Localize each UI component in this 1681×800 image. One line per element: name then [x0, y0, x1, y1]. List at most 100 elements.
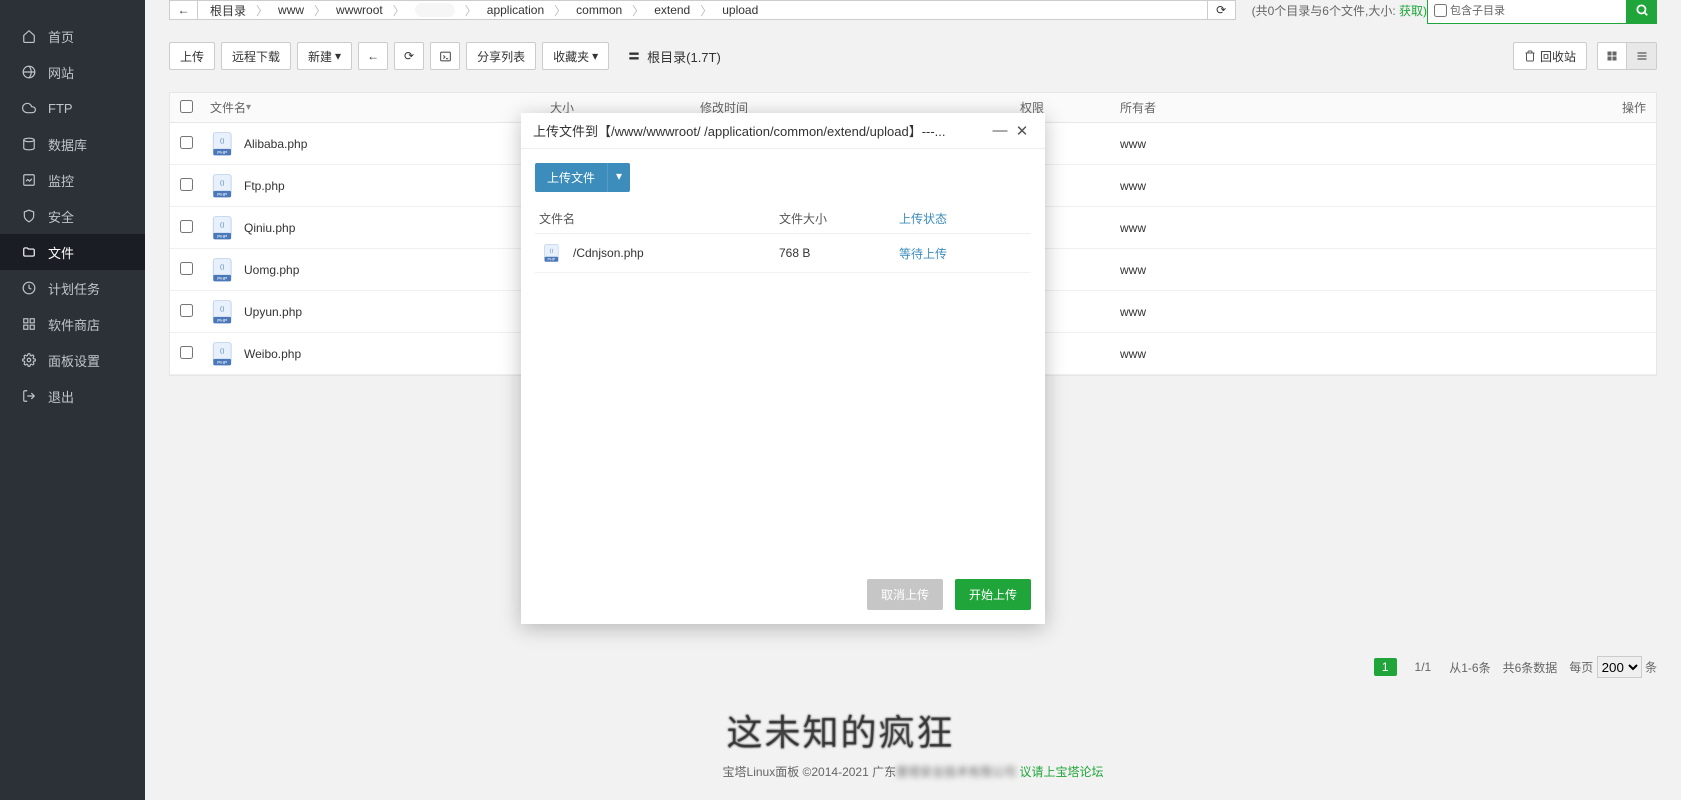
sidebar-label: 安全: [48, 207, 74, 226]
cloud-icon: [22, 101, 36, 115]
trash-icon: [1524, 50, 1536, 62]
row-checkbox[interactable]: [180, 262, 193, 275]
sidebar-item-file[interactable]: 文件: [0, 234, 145, 270]
terminal-button[interactable]: [430, 42, 460, 70]
per-page-wrap: 每页 200 条: [1569, 656, 1657, 678]
search-button[interactable]: [1627, 0, 1657, 24]
sidebar-item-monitor[interactable]: 监控: [0, 162, 145, 198]
disk-info[interactable]: 根目录(1.7T): [627, 47, 721, 66]
upload-button[interactable]: 上传: [169, 42, 215, 70]
col-owner-header: 所有者: [1120, 99, 1320, 116]
sidebar-label: 文件: [48, 243, 74, 262]
row-checkbox[interactable]: [180, 136, 193, 149]
sidebar-label: 首页: [48, 27, 74, 46]
view-grid-button[interactable]: [1597, 42, 1627, 70]
include-subdir-checkbox[interactable]: 包含子目录: [1434, 2, 1505, 18]
col-action-header: 操作: [1320, 99, 1646, 116]
backward-button[interactable]: ←: [358, 42, 388, 70]
select-all-checkbox[interactable]: [180, 100, 193, 113]
upload-row: ⟨⟩PHP/Cdnjson.php 768 B 等待上传: [535, 234, 1031, 273]
modal-body: 上传文件 ▾ 文件名 文件大小 上传状态 ⟨⟩PHP/Cdnjson.php 7…: [521, 149, 1045, 569]
caret-down-icon: ▾: [592, 49, 598, 63]
gear-icon: [22, 353, 36, 367]
sidebar-item-config[interactable]: 面板设置: [0, 342, 145, 378]
crumb-seg[interactable]: common: [568, 3, 630, 17]
crumb-seg[interactable]: extend: [646, 3, 698, 17]
svg-text:⟨⟩: ⟨⟩: [220, 221, 226, 229]
close-button[interactable]: ✕: [1011, 122, 1033, 140]
breadcrumb-row: ← 根目录〉 www〉 wwwroot〉 〉 application〉 comm…: [169, 0, 1657, 20]
crumb-seg-hidden[interactable]: [407, 3, 463, 17]
sidebar-item-security[interactable]: 安全: [0, 198, 145, 234]
share-button[interactable]: 分享列表: [466, 42, 536, 70]
svg-text:⟨⟩: ⟨⟩: [549, 248, 553, 254]
modal-header[interactable]: 上传文件到【/www/wwwroot/ /application/common/…: [521, 113, 1045, 149]
new-button[interactable]: 新建▾: [297, 42, 352, 70]
row-checkbox[interactable]: [180, 178, 193, 191]
file-name: Alibaba.php: [244, 137, 307, 151]
sidebar-item-database[interactable]: 数据库: [0, 126, 145, 162]
upload-file-button[interactable]: 上传文件: [535, 163, 607, 192]
folder-icon: [22, 245, 36, 259]
upload-status: 等待上传: [899, 245, 1027, 262]
crumb-seg[interactable]: www: [270, 3, 312, 17]
sidebar-item-cron[interactable]: 计划任务: [0, 270, 145, 306]
col-name-header[interactable]: 文件名: [210, 99, 550, 116]
sidebar-label: 软件商店: [48, 315, 100, 334]
per-page-select[interactable]: 200: [1597, 656, 1642, 678]
upload-dropdown-toggle[interactable]: ▾: [607, 163, 630, 192]
svg-text:PHP: PHP: [548, 258, 556, 262]
svg-text:PHP: PHP: [217, 275, 227, 281]
search-box: 包含子目录: [1427, 0, 1627, 24]
svg-text:PHP: PHP: [217, 191, 227, 197]
remote-download-button[interactable]: 远程下载: [221, 42, 291, 70]
col-check[interactable]: [180, 100, 210, 116]
upload-btn-wrap: 上传文件 ▾: [535, 163, 1031, 192]
fetch-size-link[interactable]: 获取): [1399, 4, 1427, 18]
svg-text:⟨⟩: ⟨⟩: [220, 347, 226, 355]
favorite-button[interactable]: 收藏夹▾: [542, 42, 609, 70]
sidebar-item-soft[interactable]: 软件商店: [0, 306, 145, 342]
sidebar-item-logout[interactable]: 退出: [0, 378, 145, 414]
svg-text:⟨⟩: ⟨⟩: [220, 137, 226, 145]
sidebar-item-home[interactable]: 首页: [0, 18, 145, 54]
svg-text:PHP: PHP: [217, 149, 227, 155]
chart-icon: [22, 173, 36, 187]
disk-icon: [627, 49, 641, 63]
refresh-button[interactable]: ⟳: [1208, 0, 1236, 20]
footer-forum-link[interactable]: 议请上宝塔论坛: [1019, 765, 1103, 779]
row-checkbox[interactable]: [180, 346, 193, 359]
file-name: Qiniu.php: [244, 221, 295, 235]
crumb-seg[interactable]: wwwroot: [328, 3, 391, 17]
sidebar-item-site[interactable]: 网站: [0, 54, 145, 90]
page-count: 共6条数据: [1503, 659, 1558, 676]
recycle-button[interactable]: 回收站: [1513, 42, 1587, 70]
php-file-icon: ⟨⟩PHP: [210, 341, 236, 367]
start-upload-button[interactable]: 开始上传: [955, 579, 1031, 610]
database-icon: [22, 137, 36, 151]
row-checkbox[interactable]: [180, 220, 193, 233]
view-list-button[interactable]: [1627, 42, 1657, 70]
crumb-seg[interactable]: upload: [714, 3, 766, 17]
watermark: 这未知的疯狂: [726, 704, 954, 756]
crumb-seg[interactable]: application: [479, 3, 552, 17]
cancel-upload-button[interactable]: 取消上传: [867, 579, 943, 610]
row-checkbox[interactable]: [180, 304, 193, 317]
php-file-icon: ⟨⟩PHP: [210, 299, 236, 325]
right-tools: 回收站: [1513, 42, 1657, 70]
back-button[interactable]: ←: [169, 0, 197, 20]
sidebar-label: FTP: [48, 101, 73, 116]
php-file-icon: ⟨⟩PHP: [210, 215, 236, 241]
minimize-button[interactable]: —: [989, 122, 1011, 139]
home-icon: [22, 29, 36, 43]
sidebar-item-ftp[interactable]: FTP: [0, 90, 145, 126]
reload-button[interactable]: ⟳: [394, 42, 424, 70]
svg-text:⟨⟩: ⟨⟩: [220, 263, 226, 271]
crumb-seg[interactable]: 根目录: [202, 2, 254, 19]
page-current[interactable]: 1: [1374, 658, 1397, 676]
globe-icon: [22, 65, 36, 79]
upload-modal: 上传文件到【/www/wwwroot/ /application/common/…: [521, 113, 1045, 624]
toolbar: 上传 远程下载 新建▾ ← ⟳ 分享列表 收藏夹▾ 根目录(1.7T) 回收站: [169, 42, 1657, 70]
exit-icon: [22, 389, 36, 403]
search-wrap: 包含子目录: [1427, 0, 1657, 24]
